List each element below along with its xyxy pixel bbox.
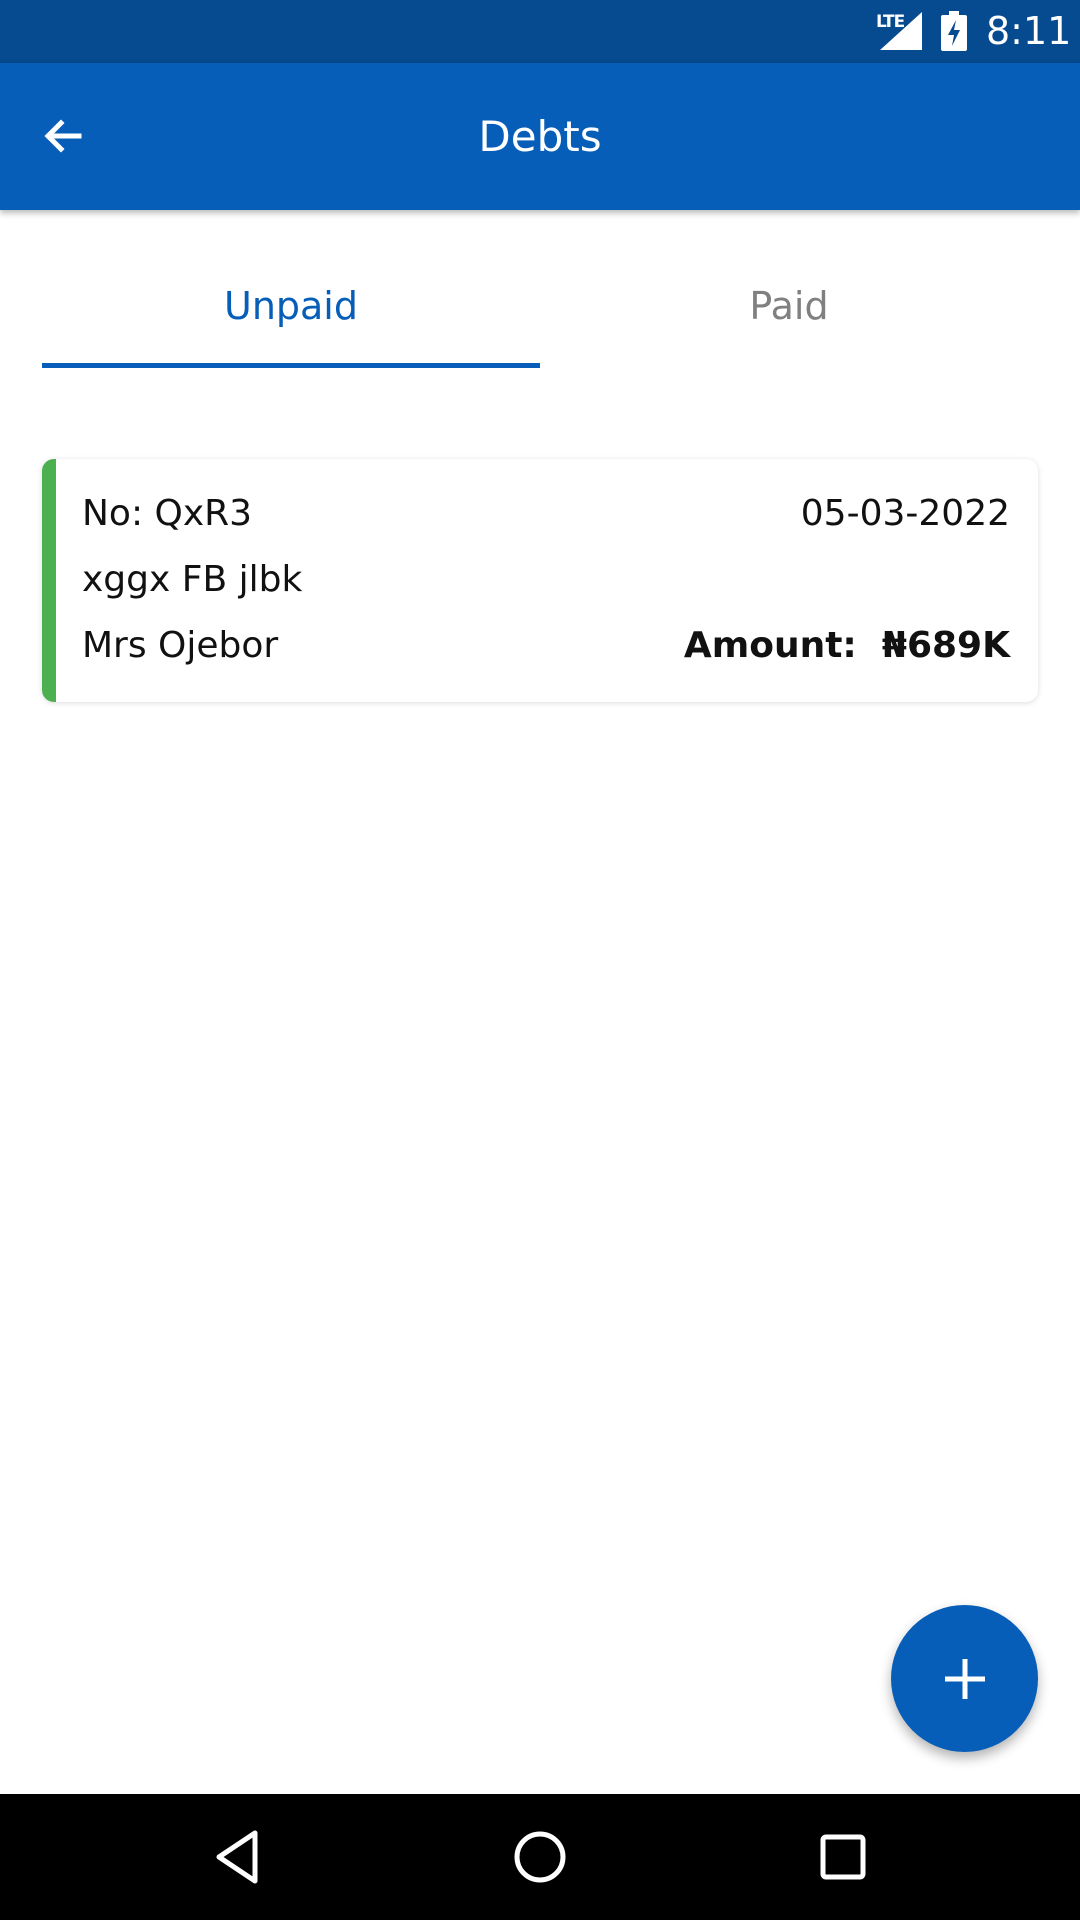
- status-bar: LTE 8:11: [0, 0, 1080, 63]
- system-nav-bar: [0, 1794, 1080, 1920]
- plus-icon: [944, 1658, 985, 1699]
- nav-back-icon: [216, 1830, 258, 1884]
- arrow-back-icon: [44, 119, 82, 153]
- page-title: Debts: [478, 112, 602, 161]
- add-debt-button[interactable]: [891, 1605, 1038, 1752]
- tab-bar: Unpaid Paid: [42, 248, 1038, 368]
- tab-selected-indicator: [42, 363, 540, 368]
- tab-paid[interactable]: Paid: [540, 248, 1038, 368]
- debt-status-stripe: [42, 459, 56, 702]
- debts-screen: LTE 8:11 Debts Unpaid Paid No: QxR3 05-0…: [0, 0, 1080, 1920]
- nav-back-button[interactable]: [204, 1824, 270, 1890]
- signal-icon: [880, 12, 922, 50]
- app-bar: Debts: [0, 63, 1080, 210]
- debt-card[interactable]: No: QxR3 05-03-2022 xggx FB jlbk Mrs Oje…: [42, 459, 1038, 702]
- back-button[interactable]: [30, 103, 96, 169]
- tab-unpaid[interactable]: Unpaid: [42, 248, 540, 368]
- debt-amount-value: ₦689K: [881, 625, 1010, 666]
- debt-date: 05-03-2022: [800, 493, 1010, 534]
- nav-home-icon: [514, 1831, 566, 1883]
- nav-recents-button[interactable]: [810, 1824, 876, 1890]
- debt-description: xggx FB jlbk: [82, 559, 303, 600]
- nav-recents-icon: [820, 1834, 866, 1880]
- debt-number: No: QxR3: [82, 493, 253, 534]
- debt-amount-label: Amount:: [683, 625, 857, 666]
- debt-customer: Mrs Ojebor: [82, 625, 279, 666]
- tab-unpaid-label: Unpaid: [224, 284, 358, 328]
- clock-time: 8:11: [986, 9, 1072, 53]
- tab-paid-label: Paid: [749, 284, 829, 328]
- battery-charging-icon: [941, 11, 967, 51]
- nav-home-button[interactable]: [507, 1824, 573, 1890]
- debt-amount-row: Amount: ₦689K: [684, 625, 1010, 666]
